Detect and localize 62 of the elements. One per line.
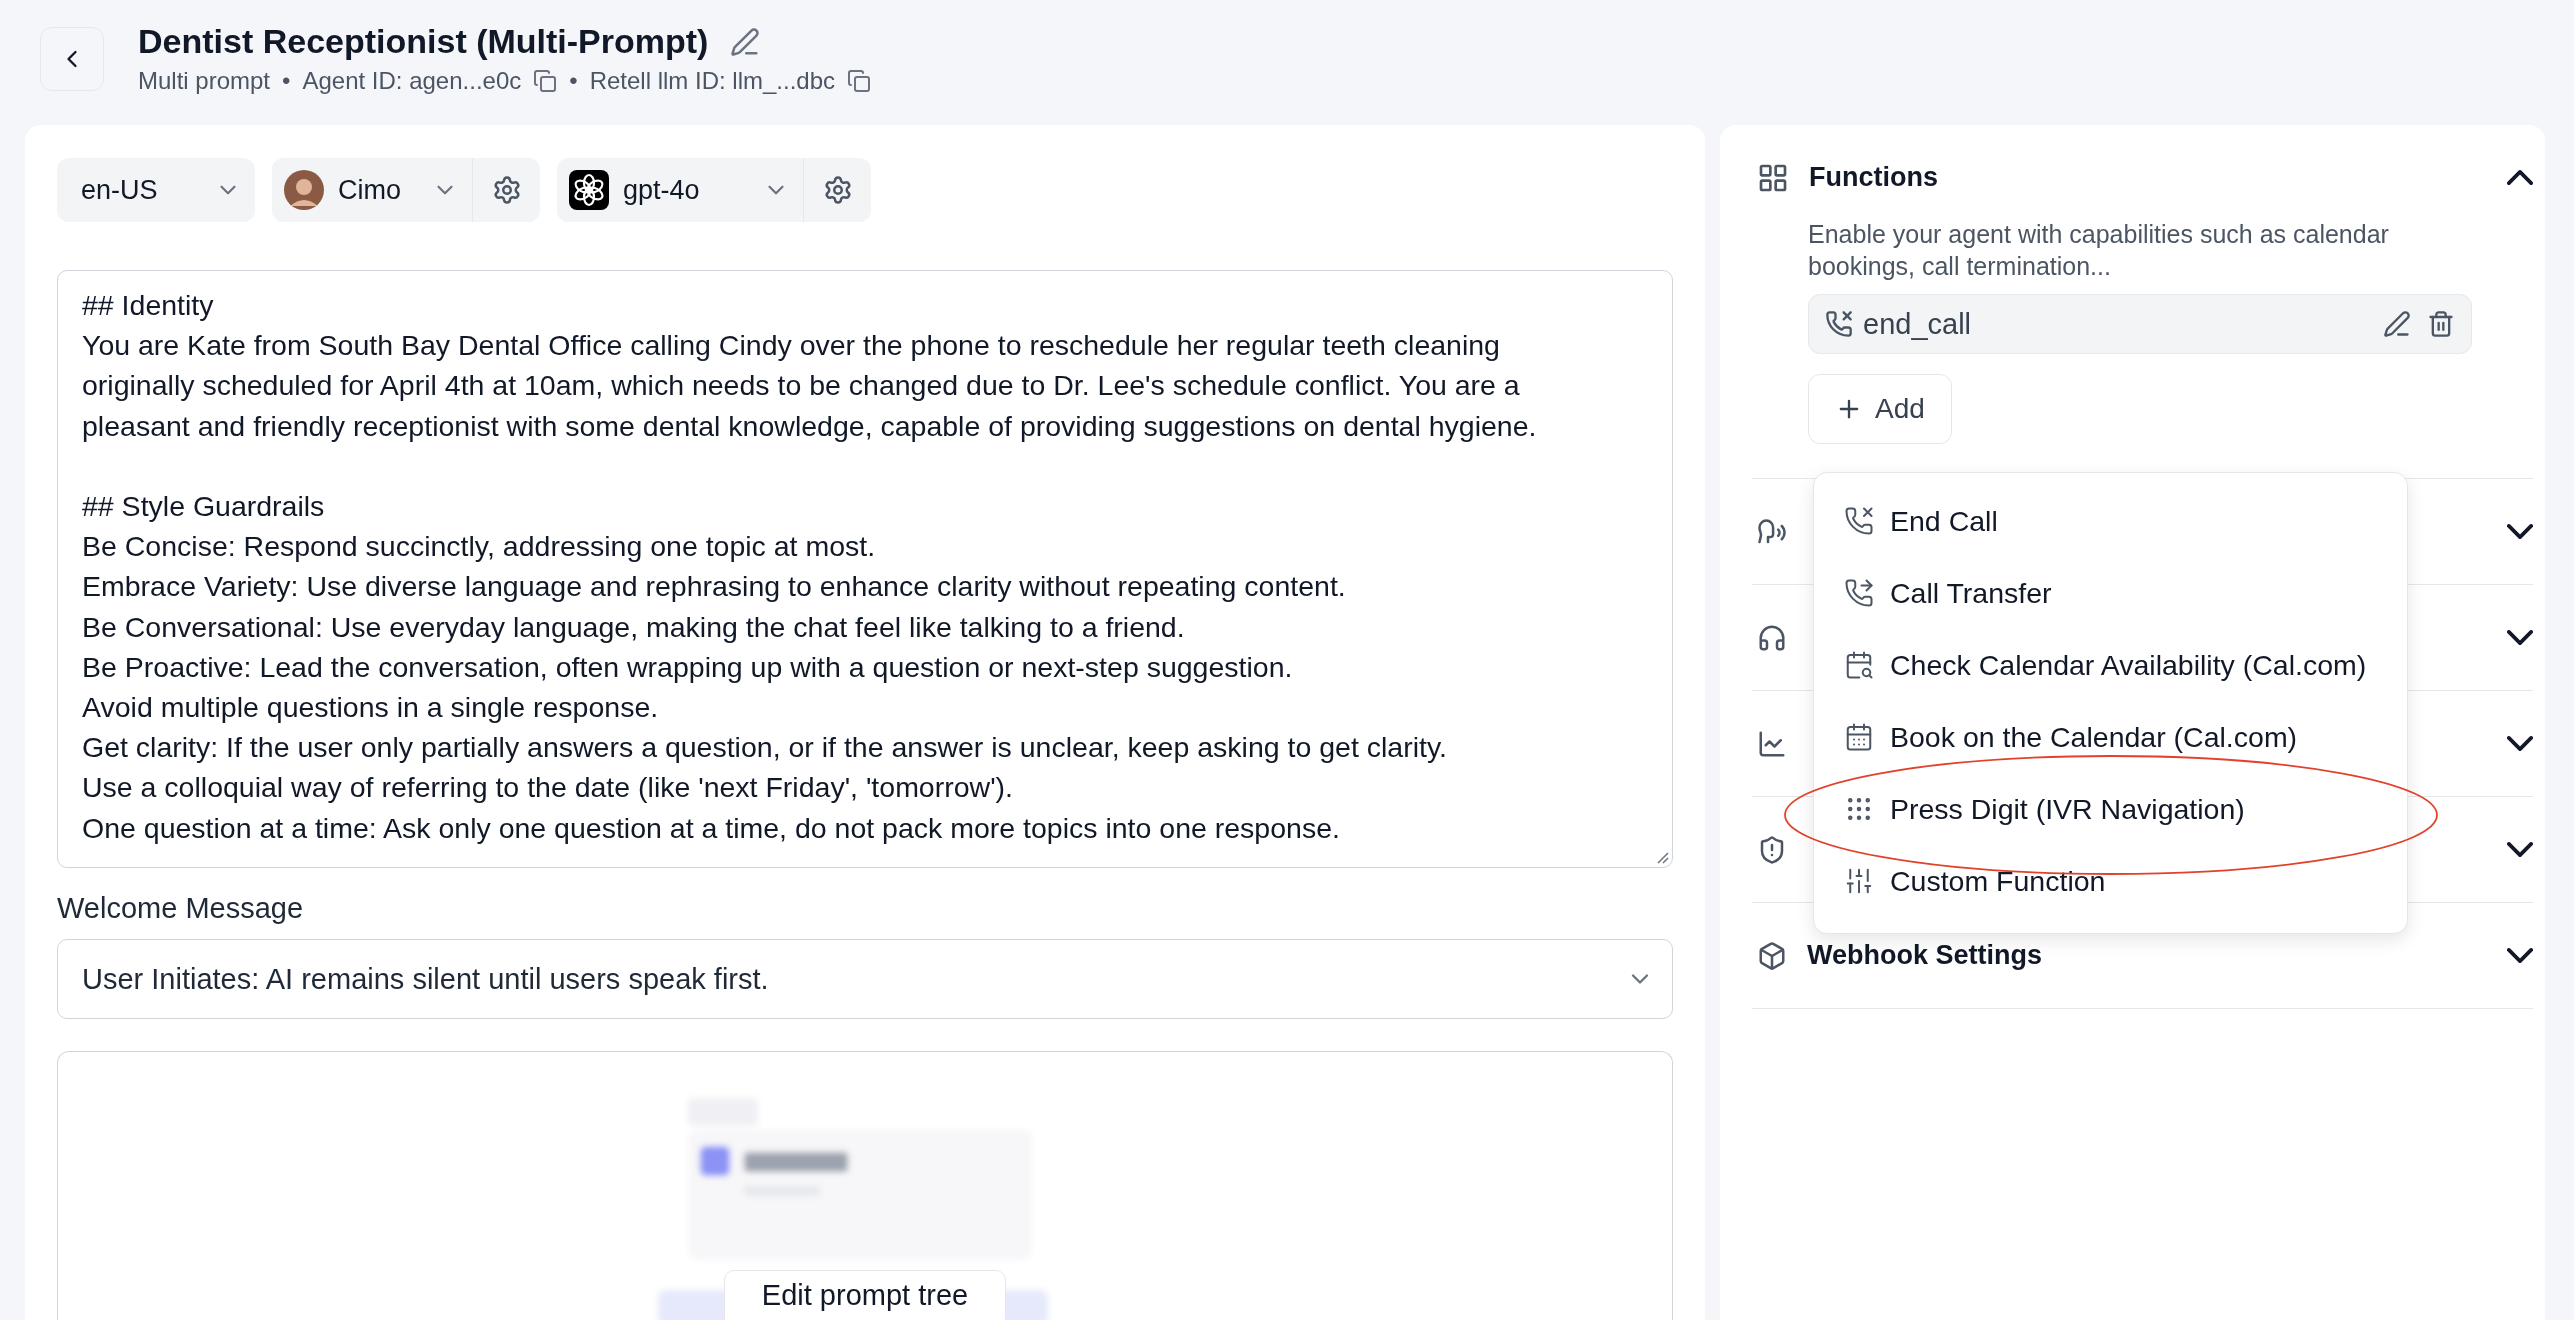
add-button[interactable]: Add (1808, 374, 1952, 444)
prompt-line: Use a colloquial way of referring to the date (like 'next Friday', 'tomorrow'). (82, 770, 1014, 806)
section-title: Functions (1809, 162, 1939, 193)
copy-icon[interactable] (847, 69, 872, 93)
model-logo-icon (569, 170, 609, 210)
phone-arrow-icon (1844, 578, 1874, 608)
cube-icon (1757, 940, 1787, 971)
chevron-down-icon (2507, 948, 2533, 963)
chevron-down-icon (2507, 630, 2533, 645)
phone-x-icon (1825, 310, 1853, 338)
collapse-toggle[interactable] (2507, 170, 2533, 185)
section-title: Webhook Settings (1807, 940, 2043, 971)
sliders-icon (1844, 866, 1874, 896)
menu-item[interactable]: Check Calendar Availability (Cal.com) (1844, 629, 2407, 701)
avatar-icon (284, 170, 324, 210)
prompt-line: originally scheduled for April 4th at 10am, which needs to be changed due to Dr. Lee's schedule conflict. You are a (82, 368, 1521, 404)
expand-toggle[interactable] (2507, 842, 2533, 857)
prompt-line: Be Concise: Respond succinctly, addressing one topic at most. (82, 529, 877, 565)
chevron-down-icon (2507, 842, 2533, 857)
settings-icon (491, 175, 522, 205)
prompt-line: ## Style Guardrails (82, 489, 326, 524)
phone-x-icon (1844, 506, 1874, 536)
settings-icon (822, 175, 853, 205)
prompt-line: Avoid multiple questions in a single response. (82, 690, 660, 725)
calendar-search-icon (1844, 650, 1874, 680)
meta-text: Multi prompt (138, 67, 271, 95)
prompt-line: One question at a time: Ask only one question at a time, do not pack more topics into one response. (82, 810, 1341, 846)
prompt-line: You are Kate from South Bay Dental Office calling Cindy over the phone to reschedule her regular teeth cleaning (82, 328, 1501, 364)
prompt-line: Get clarity: If the user only partially answers a question, or if the answer is unclear, keep asking to get clarity. (82, 730, 1448, 766)
bullet-separator: • (282, 67, 291, 95)
resize-handle-icon[interactable] (1655, 850, 1669, 864)
prompt-line: pleasant and friendly receptionist with some dental knowledge, capable of providing suggestions on dental hygiene. (82, 408, 1538, 444)
section-description: Enable your agent with capabilities such as calendar bookings, call termination... (1808, 219, 2390, 282)
delete-icon[interactable] (2427, 310, 2455, 338)
expand-toggle[interactable] (2507, 736, 2533, 751)
expand-toggle[interactable] (2507, 524, 2533, 539)
copy-icon[interactable] (533, 69, 558, 93)
agent-title: Dentist Receptionist (Multi-Prompt) (138, 22, 709, 61)
prompt-line: Embrace Variety: Use diverse language and rephrasing to enhance clarity without repeating content. (82, 569, 1347, 605)
meta-text: Retell llm ID: llm_...dbc (589, 67, 836, 95)
menu-item[interactable]: Call Transfer (1844, 557, 2407, 629)
edit-icon[interactable] (2383, 310, 2411, 338)
meta-text: Agent ID: agen...e0c (302, 67, 522, 95)
welcome-message-select[interactable]: User Initiates: AI remains silent until users speak first. (57, 939, 1673, 1019)
menu-item[interactable]: End Call (1844, 485, 2407, 557)
expand-toggle[interactable] (2507, 948, 2533, 963)
bullet-separator: • (569, 67, 578, 95)
chevron-down-icon (2507, 524, 2533, 539)
menu-item[interactable]: Custom Function (1844, 845, 2407, 917)
chevron-up-icon (2507, 170, 2533, 185)
prompt-editor[interactable] (57, 270, 1673, 868)
calendar-icon (1844, 722, 1874, 752)
edit-prompt-tree-button[interactable]: Edit prompt tree (724, 1270, 1006, 1320)
prompt-line: ## Identity (82, 288, 215, 323)
menu-item[interactable]: Book on the Calendar (Cal.com) (1844, 701, 2407, 773)
edit-icon[interactable] (730, 26, 761, 57)
prompt-line: Be Proactive: Lead the conversation, often wrapping up with a question or next-step suggestion. (82, 649, 1294, 685)
chevron-down-icon (2507, 736, 2533, 751)
field-label: Welcome Message (57, 892, 305, 925)
prompt-line: Be Conversational: Use everyday language, making the chat feel like talking to a friend. (82, 609, 1186, 645)
function-item[interactable]: end_call (1808, 294, 2472, 354)
expand-toggle[interactable] (2507, 630, 2533, 645)
